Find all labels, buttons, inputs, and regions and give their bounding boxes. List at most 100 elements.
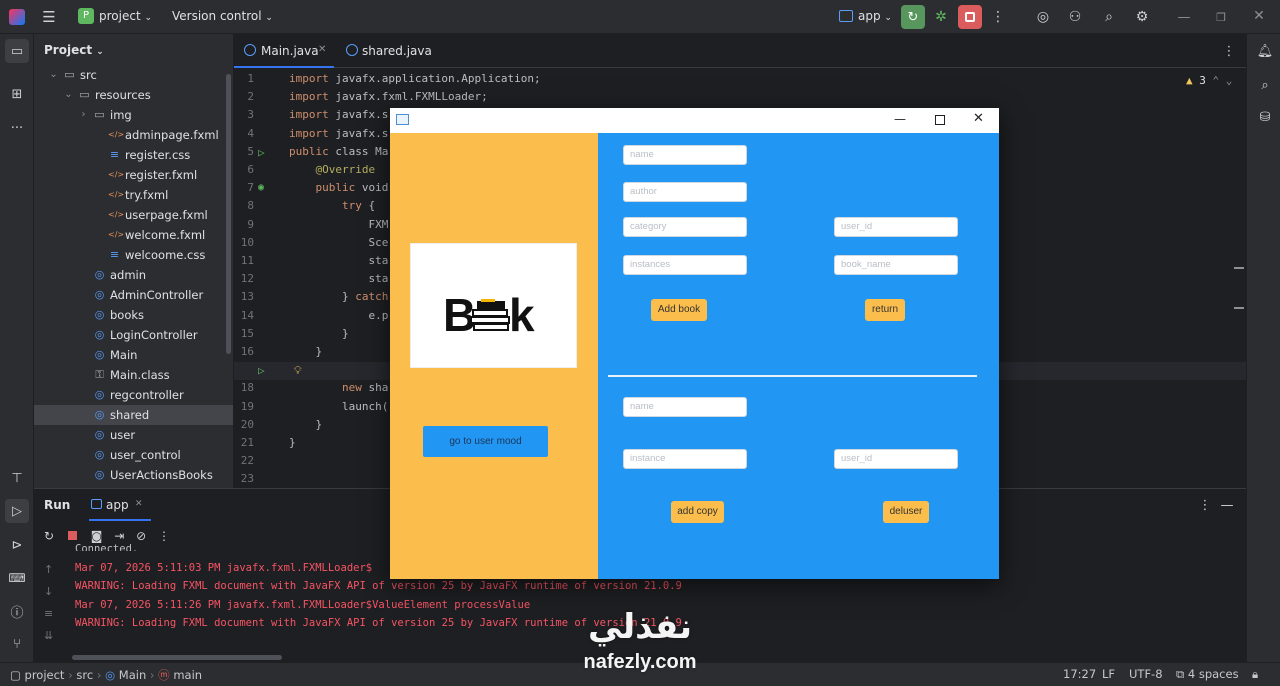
breadcrumb-item[interactable]: main	[173, 668, 202, 682]
run-gutter-icon[interactable]: ▷	[258, 146, 265, 159]
book-name-input[interactable]: name	[623, 145, 747, 165]
stop-button[interactable]	[958, 5, 982, 29]
debugger-icon[interactable]: ⊘	[136, 529, 146, 543]
project-panel-header[interactable]: Project ⌄	[44, 43, 104, 57]
ai-chat-icon[interactable]: ⌕	[1256, 76, 1274, 94]
close-icon[interactable]: ✕	[973, 111, 984, 126]
tree-item[interactable]: ≡ register.css	[34, 145, 233, 165]
line-separator[interactable]: LF	[1102, 667, 1115, 681]
add-book-button[interactable]: Add book	[651, 299, 707, 321]
gear-icon[interactable]: ⚙	[1133, 8, 1151, 26]
tree-item[interactable]: ⌄ ▭ resources	[34, 85, 233, 105]
instances-input[interactable]: instances	[623, 255, 747, 275]
add-copy-button[interactable]: add copy	[671, 501, 724, 523]
add-user-icon[interactable]: ⚇	[1066, 8, 1084, 26]
close-tab-icon[interactable]: ✕	[318, 44, 326, 55]
version-control-menu[interactable]: Version control ⌄	[172, 9, 273, 23]
project-folder-icon[interactable]: ▭	[5, 39, 29, 63]
console-h-scrollbar[interactable]	[72, 655, 282, 660]
search-icon[interactable]: ⌕	[1100, 8, 1118, 26]
run-options-icon[interactable]: ⋮	[1198, 497, 1212, 513]
restore-icon[interactable]: ❐	[1212, 8, 1230, 26]
instance-input[interactable]: instance	[623, 449, 747, 469]
tree-item[interactable]: ◎ user_control	[34, 445, 233, 465]
ai-assistant-icon[interactable]: ◎	[1034, 8, 1052, 26]
minimize-icon[interactable]: —	[894, 112, 906, 126]
structure-icon[interactable]: ⊞	[5, 82, 29, 106]
main-menu-icon[interactable]: ☰	[40, 8, 58, 26]
breadcrumb-item[interactable]: src	[76, 668, 93, 682]
file-encoding[interactable]: UTF-8	[1129, 667, 1163, 681]
return-button[interactable]: return	[865, 299, 905, 321]
breadcrumb-item[interactable]: Main	[119, 668, 146, 682]
tree-item[interactable]: ⚿ Main.class	[34, 365, 233, 385]
arrow-down-icon[interactable]: ↓	[44, 581, 64, 603]
maximize-icon[interactable]	[935, 115, 945, 125]
tree-item[interactable]: ◎ regcontroller	[34, 385, 233, 405]
caret-position[interactable]: 17:27	[1063, 667, 1096, 681]
close-icon[interactable]: ✕	[1250, 7, 1268, 25]
tree-item[interactable]: </> userpage.fxml	[34, 205, 233, 225]
lock-icon[interactable]: 🔒︎	[1252, 667, 1258, 682]
category-input[interactable]: category	[623, 217, 747, 237]
tree-item[interactable]: ⌄ ▭ src	[34, 65, 233, 85]
wrap-icon[interactable]: ≡	[44, 603, 64, 625]
tree-item[interactable]: </> register.fxml	[34, 165, 233, 185]
close-tab-icon[interactable]: ✕	[135, 499, 143, 509]
delete-user-button[interactable]: deluser	[883, 501, 929, 523]
hide-panel-icon[interactable]: —	[1220, 497, 1234, 513]
tree-item[interactable]: ◎ UserActionsBooks	[34, 465, 233, 485]
breadcrumb-item[interactable]: project	[25, 668, 65, 682]
go-to-user-mode-button[interactable]: go to user mood	[423, 426, 548, 457]
export-icon[interactable]: ⇥	[114, 529, 124, 543]
indent-setting[interactable]: ⧉ 4 spaces	[1176, 667, 1239, 682]
services-icon[interactable]: ⊳	[5, 533, 29, 557]
tree-item[interactable]: ◎ LoginController	[34, 325, 233, 345]
stop-icon[interactable]	[67, 531, 77, 540]
return-user-id-input[interactable]: user_id	[834, 217, 958, 237]
tree-item[interactable]: ◎ admin	[34, 265, 233, 285]
notifications-bell-icon[interactable]: 🔔︎	[1256, 42, 1274, 60]
run-config-selector[interactable]: app ⌄	[858, 9, 892, 23]
override-gutter-icon[interactable]: ◉	[258, 182, 264, 193]
intellij-logo-icon[interactable]	[9, 9, 25, 25]
database-icon[interactable]: ⛁	[1256, 108, 1274, 126]
problems-icon[interactable]: ⓘ	[5, 599, 29, 623]
run-gutter-icon[interactable]: ▷	[258, 364, 265, 377]
tree-item[interactable]: ◎ AdminController	[34, 285, 233, 305]
tree-item[interactable]: › ▭ img	[34, 105, 233, 125]
camera-icon[interactable]: ◙	[91, 529, 103, 543]
chevron-right-icon[interactable]: ›	[77, 108, 90, 121]
build-hammer-icon[interactable]: ⊤	[5, 466, 29, 490]
run-tab-app[interactable]: app ✕	[89, 493, 151, 521]
delete-user-id-input[interactable]: user_id	[834, 449, 958, 469]
git-icon[interactable]: ⑂	[5, 632, 29, 656]
more-tools-icon[interactable]: ···	[5, 116, 29, 140]
rerun-icon[interactable]: ↻	[44, 529, 54, 543]
rerun-icon[interactable]: ↻	[901, 5, 925, 29]
debug-icon[interactable]: ✲	[931, 7, 951, 27]
tree-item[interactable]: </> try.fxml	[34, 185, 233, 205]
tree-item[interactable]: ≡ welcoome.css	[34, 245, 233, 265]
inspection-widget[interactable]: ▲ 3 ⌃ ⌄	[1186, 74, 1232, 87]
tree-item[interactable]: ◎ Main	[34, 345, 233, 365]
return-book-name-input[interactable]: book_name	[834, 255, 958, 275]
chevron-down-icon[interactable]: ⌄	[62, 88, 75, 101]
minimize-icon[interactable]: —	[1175, 8, 1193, 26]
tree-item[interactable]: ◎ user	[34, 425, 233, 445]
tab-shared-java[interactable]: shared.java	[344, 34, 444, 68]
lightbulb-icon[interactable]: 💡︎	[294, 364, 302, 378]
project-selector[interactable]: project ⌄	[99, 9, 152, 23]
tree-item[interactable]: </> adminpage.fxml	[34, 125, 233, 145]
tab-main-java[interactable]: Main.java ✕	[234, 34, 334, 68]
arrow-up-icon[interactable]: ↑	[44, 559, 64, 581]
more-icon[interactable]: ⋮	[158, 529, 170, 543]
tree-item[interactable]: ◎ shared	[34, 405, 233, 425]
scroll-end-icon[interactable]: ⇊	[44, 625, 64, 647]
tree-item[interactable]: ◎ books	[34, 305, 233, 325]
author-input[interactable]: author	[623, 182, 747, 202]
terminal-icon[interactable]: ⌨	[5, 566, 29, 590]
tree-item[interactable]: </> welcome.fxml	[34, 225, 233, 245]
tab-options-icon[interactable]: ⋮	[1222, 43, 1236, 59]
more-actions-icon[interactable]: ⋮	[990, 8, 1006, 26]
